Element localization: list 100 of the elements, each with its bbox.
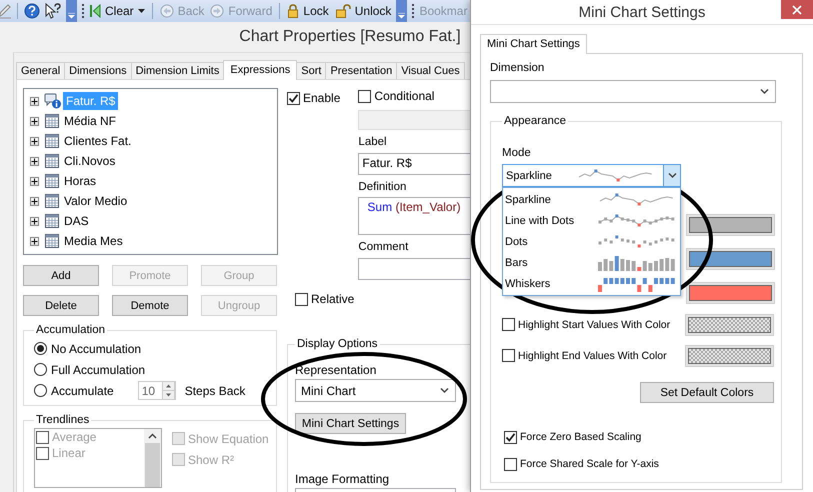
table-icon bbox=[44, 113, 60, 129]
radio-button[interactable] bbox=[34, 342, 47, 355]
mini-chart-settings-button[interactable]: Mini Chart Settings bbox=[295, 413, 406, 434]
checkbox[interactable] bbox=[502, 318, 515, 331]
dropdown-option[interactable]: Line with Dots bbox=[503, 210, 680, 231]
table-icon bbox=[44, 153, 60, 169]
expand-button[interactable] bbox=[30, 216, 39, 226]
group-title: Display Options bbox=[296, 338, 379, 350]
steps-field[interactable]: 10 bbox=[138, 381, 176, 400]
button[interactable]: Demote bbox=[112, 295, 188, 316]
checkbox-label: Linear bbox=[52, 446, 86, 460]
overflow-chevron-icon[interactable] bbox=[68, 13, 75, 19]
checkbox-label: Show R² bbox=[188, 452, 234, 466]
expand-button[interactable] bbox=[30, 156, 39, 166]
dropdown-option[interactable]: Sparkline bbox=[503, 189, 680, 210]
mode-dropdown[interactable]: Sparkline bbox=[502, 164, 681, 187]
window-title: Chart Properties [Resumo Fat.] bbox=[239, 28, 461, 46]
unlock-button[interactable]: Unlock bbox=[334, 4, 392, 18]
tab[interactable]: Expressions bbox=[223, 60, 298, 80]
clear-button[interactable]: Clear bbox=[88, 4, 146, 18]
tab[interactable]: Visual Cues bbox=[396, 62, 465, 79]
expand-button[interactable] bbox=[30, 176, 39, 186]
lock-button[interactable]: Lock bbox=[286, 4, 330, 18]
option-label: Sparkline bbox=[505, 194, 551, 206]
checkbox-label: Highlight Start Values With Color bbox=[518, 318, 670, 330]
checkbox[interactable] bbox=[295, 292, 308, 306]
steps-label: Steps Back bbox=[184, 384, 246, 398]
table-icon bbox=[44, 213, 60, 229]
color-swatch[interactable] bbox=[689, 285, 772, 301]
radio-label: No Accumulation bbox=[51, 342, 142, 356]
option-label: Bars bbox=[505, 256, 528, 268]
button[interactable]: Add bbox=[23, 265, 99, 286]
radio-button[interactable] bbox=[34, 384, 47, 397]
tree-item[interactable]: Valor Medio bbox=[61, 192, 130, 210]
tree-item[interactable]: Clientes Fat. bbox=[61, 132, 134, 150]
checkbox-label: Enable bbox=[303, 91, 340, 105]
overflow-button[interactable] bbox=[66, 0, 77, 22]
group-title: Trendlines bbox=[35, 414, 90, 426]
grip-icon[interactable] bbox=[81, 4, 84, 18]
radio-label: Accumulate bbox=[51, 384, 114, 398]
chevron-down-icon bbox=[760, 88, 769, 95]
expand-button[interactable] bbox=[30, 236, 39, 246]
tab[interactable]: General bbox=[16, 62, 66, 79]
representation-dropdown[interactable]: Mini Chart bbox=[295, 379, 456, 402]
padlock-icon bbox=[287, 4, 300, 18]
group-title: Appearance bbox=[503, 115, 568, 127]
tree-item[interactable]: DAS bbox=[61, 212, 92, 230]
scroll-up-icon[interactable] bbox=[148, 433, 157, 439]
table-icon bbox=[44, 133, 60, 149]
dropdown-option[interactable]: Whiskers bbox=[503, 273, 680, 294]
field-label: Dimension bbox=[490, 62, 546, 76]
color-swatch[interactable] bbox=[689, 251, 772, 267]
group-title: Accumulation bbox=[35, 324, 106, 336]
grip-icon[interactable] bbox=[411, 4, 414, 18]
clear-icon bbox=[89, 4, 101, 18]
table-icon bbox=[44, 173, 60, 189]
expand-button[interactable] bbox=[30, 116, 39, 126]
expand-button[interactable] bbox=[30, 96, 39, 106]
scrollbar-thumb[interactable] bbox=[145, 443, 160, 487]
window-title: Mini Chart Settings bbox=[578, 4, 706, 20]
option-label: Whiskers bbox=[505, 278, 550, 290]
expand-button[interactable] bbox=[30, 196, 39, 206]
pointer-help-icon[interactable] bbox=[44, 3, 62, 19]
pencil-icon[interactable] bbox=[0, 3, 11, 19]
open-padlock-icon bbox=[334, 4, 351, 18]
checkbox[interactable] bbox=[358, 90, 372, 102]
checkbox-label: Relative bbox=[311, 292, 354, 306]
checkbox[interactable] bbox=[502, 349, 515, 362]
dropdown-arrow-button[interactable] bbox=[663, 165, 680, 186]
table-icon bbox=[44, 193, 60, 209]
checkbox[interactable] bbox=[287, 92, 300, 104]
close-button[interactable] bbox=[781, 0, 813, 19]
field-label: Representation bbox=[295, 363, 378, 377]
checkbox-label: Show Equation bbox=[188, 432, 269, 446]
tree-item[interactable]: Média NF bbox=[61, 112, 120, 130]
field-label: Mode bbox=[502, 147, 531, 161]
scrollbar[interactable] bbox=[144, 429, 161, 487]
checkbox-label: Force Shared Scale for Y-axis bbox=[520, 458, 659, 470]
tree-item[interactable]: Media Mes bbox=[61, 232, 126, 250]
tree-item[interactable]: Horas bbox=[61, 172, 100, 190]
expand-button[interactable] bbox=[30, 136, 39, 146]
radio-button[interactable] bbox=[34, 363, 47, 376]
tree-item[interactable]: Cli.Novos bbox=[61, 152, 118, 170]
checkbox[interactable] bbox=[504, 430, 517, 444]
checkbox[interactable] bbox=[504, 458, 517, 470]
overflow-chevron-icon[interactable] bbox=[398, 13, 406, 19]
set-default-colors-button[interactable]: Set Default Colors bbox=[640, 382, 774, 403]
option-label: Line with Dots bbox=[505, 214, 574, 226]
spin-arrows-icon[interactable] bbox=[162, 381, 175, 400]
checkbox-label: Conditional bbox=[374, 89, 434, 103]
close-icon[interactable] bbox=[792, 4, 802, 14]
radio-label: Full Accumulation bbox=[51, 362, 146, 376]
help-icon[interactable] bbox=[24, 3, 40, 19]
button[interactable]: Delete bbox=[23, 295, 99, 316]
color-swatch[interactable] bbox=[689, 217, 772, 233]
checkbox-label: Force Zero Based Scaling bbox=[520, 431, 642, 443]
overflow-button[interactable] bbox=[396, 0, 408, 22]
dropdown-option[interactable]: Dots bbox=[503, 231, 680, 252]
dropdown-option[interactable]: Bars bbox=[503, 252, 680, 273]
tab[interactable]: Mini Chart Settings bbox=[480, 34, 587, 54]
